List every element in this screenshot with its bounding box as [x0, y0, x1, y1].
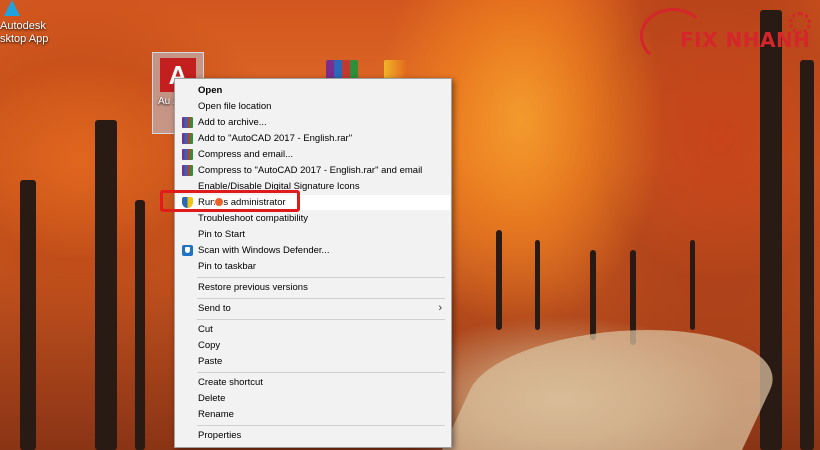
chevron-right-icon: › — [438, 302, 442, 314]
winrar-icon — [182, 117, 193, 128]
menu-item-label: Troubleshoot compatibility — [198, 213, 309, 224]
menu-item-label: Rename — [198, 409, 234, 420]
menu-item-label: Add to "AutoCAD 2017 - English.rar" — [198, 133, 353, 144]
gear-icon — [789, 12, 811, 34]
menu-item-send-to[interactable]: Send to › — [176, 301, 450, 316]
menu-separator — [197, 319, 445, 320]
menu-item-label: Send to — [198, 303, 231, 314]
fixnhanh-watermark: FIX NHANH — [640, 8, 815, 68]
menu-item-add-to-rar[interactable]: Add to "AutoCAD 2017 - English.rar" — [176, 131, 450, 146]
menu-item-rename[interactable]: Rename — [176, 407, 450, 422]
menu-item-restore-previous-versions[interactable]: Restore previous versions — [176, 280, 450, 295]
menu-item-pin-to-start[interactable]: Pin to Start — [176, 227, 450, 242]
menu-item-troubleshoot-compatibility[interactable]: Troubleshoot compatibility — [176, 211, 450, 226]
menu-item-label: Cut — [198, 324, 213, 335]
menu-item-copy[interactable]: Copy — [176, 338, 450, 353]
menu-item-label: Create shortcut — [198, 377, 263, 388]
menu-item-label: Delete — [198, 393, 226, 404]
menu-item-properties[interactable]: Properties — [176, 428, 450, 443]
autodesk-app-icon[interactable] — [4, 0, 20, 16]
menu-item-label: Add to archive... — [198, 117, 267, 128]
menu-item-delete[interactable]: Delete — [176, 391, 450, 406]
menu-item-label: Properties — [198, 430, 242, 441]
annotation-highlight-box — [160, 190, 300, 212]
forest-path — [442, 330, 798, 450]
tree-trunk — [496, 230, 502, 330]
menu-separator — [197, 425, 445, 426]
tree-trunk — [800, 60, 814, 450]
menu-separator — [197, 298, 445, 299]
menu-item-label: Pin to taskbar — [198, 261, 257, 272]
menu-item-label: Paste — [198, 356, 223, 367]
menu-item-open-file-location[interactable]: Open file location — [176, 99, 450, 114]
menu-item-label: Compress to "AutoCAD 2017 - English.rar"… — [198, 165, 423, 176]
winrar-icon — [182, 165, 193, 176]
tree-trunk — [590, 250, 596, 340]
desktop-icon-label[interactable]: Autodesk sktop App — [0, 20, 48, 46]
menu-item-label: Compress and email... — [198, 149, 294, 160]
desktop-icon-label-line2: sktop App — [0, 33, 49, 45]
tree-trunk — [535, 240, 540, 330]
menu-item-create-shortcut[interactable]: Create shortcut — [176, 375, 450, 390]
watermark-text: FIX NHANH — [680, 28, 811, 52]
winrar-icon — [182, 149, 193, 160]
menu-item-cut[interactable]: Cut — [176, 322, 450, 337]
menu-item-label: Open file location — [198, 101, 272, 112]
tree-trunk — [135, 200, 145, 450]
tree-trunk — [20, 180, 36, 450]
menu-item-pin-to-taskbar[interactable]: Pin to taskbar — [176, 259, 450, 274]
menu-item-label: Pin to Start — [198, 229, 245, 240]
winrar-icon — [182, 133, 193, 144]
tree-trunk — [95, 120, 117, 450]
menu-item-paste[interactable]: Paste — [176, 354, 450, 369]
defender-icon — [182, 245, 193, 256]
desktop-icon-label-line1: Autodesk — [0, 20, 46, 32]
menu-item-label: Restore previous versions — [198, 282, 308, 293]
menu-separator — [197, 372, 445, 373]
menu-item-compress-to-rar-and-email[interactable]: Compress to "AutoCAD 2017 - English.rar"… — [176, 163, 450, 178]
menu-item-add-to-archive[interactable]: Add to archive... — [176, 115, 450, 130]
menu-item-scan-with-defender[interactable]: Scan with Windows Defender... — [176, 243, 450, 258]
menu-item-compress-and-email[interactable]: Compress and email... — [176, 147, 450, 162]
mouse-cursor-icon — [214, 197, 224, 207]
menu-item-open[interactable]: Open — [176, 83, 450, 98]
menu-item-label: Copy — [198, 340, 221, 351]
menu-item-label: Scan with Windows Defender... — [198, 245, 330, 256]
menu-item-label: Open — [198, 85, 223, 96]
menu-separator — [197, 277, 445, 278]
tree-trunk — [690, 240, 695, 330]
context-menu: Open Open file location Add to archive..… — [174, 78, 452, 448]
